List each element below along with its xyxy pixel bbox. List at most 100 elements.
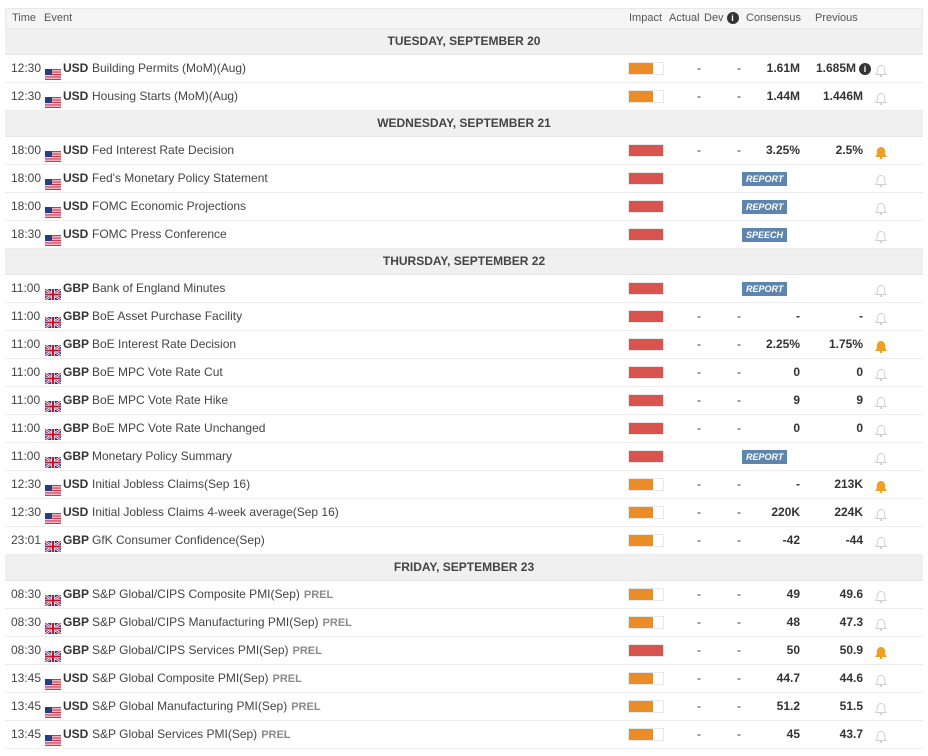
table-row[interactable]: 18:00 USD FOMC Economic Projections REPORT [5, 193, 923, 221]
bell-active-icon[interactable] [874, 643, 888, 660]
info-icon[interactable]: i [859, 62, 871, 75]
event-name[interactable]: BoE MPC Vote Rate Hike [92, 387, 228, 414]
day-header: FRIDAY, SEPTEMBER 23 [5, 555, 923, 581]
economic-calendar: Time Event Impact Actual Dev i Consensus … [5, 8, 923, 749]
event-time: 18:30 [11, 227, 42, 241]
table-row[interactable]: 11:00 GBP BoE MPC Vote Rate Cut - - 0 0 [5, 359, 923, 387]
event-time: 12:30 [11, 89, 42, 103]
event-actual: - [697, 393, 701, 407]
table-row[interactable]: 11:00 GBP BoE MPC Vote Rate Hike - - 9 9 [5, 387, 923, 415]
impact-bar [628, 282, 664, 295]
table-row[interactable]: 11:00 GBP BoE MPC Vote Rate Unchanged - - 0 0 [5, 415, 923, 443]
event-name[interactable]: S&P Global/CIPS Composite PMI(Sep) PREL [92, 581, 333, 609]
table-row[interactable]: 11:00 GBP BoE Interest Rate Decision - - 2.2… [5, 331, 923, 359]
bell-icon[interactable] [874, 365, 888, 382]
bell-icon[interactable] [874, 89, 888, 106]
bell-active-icon[interactable] [874, 477, 888, 494]
table-row[interactable]: 18:30 USD FOMC Press Conference SPEECH [5, 221, 923, 249]
bell-icon[interactable] [874, 671, 888, 688]
bell-icon[interactable] [874, 199, 888, 216]
us-flag-icon [45, 201, 61, 218]
table-row[interactable]: 11:00 GBP Monetary Policy Summary REPORT [5, 443, 923, 471]
column-event[interactable]: Event [44, 12, 72, 24]
table-row[interactable]: 13:45 USD S&P Global Services PMI(Sep) PREL… [5, 721, 923, 749]
table-row[interactable]: 13:45 USD S&P Global Composite PMI(Sep) PRE… [5, 665, 923, 693]
table-row[interactable]: 08:30 GBP S&P Global/CIPS Manufacturing P… [5, 609, 923, 637]
event-name[interactable]: BoE MPC Vote Rate Cut [92, 359, 223, 386]
event-name[interactable]: Bank of England Minutes [92, 275, 225, 302]
event-name[interactable]: S&P Global Manufacturing PMI(Sep) PREL [92, 693, 321, 721]
event-time: 11:00 [11, 281, 41, 295]
event-name[interactable]: S&P Global/CIPS Manufacturing PMI(Sep) PR… [92, 609, 352, 637]
report-button[interactable]: REPORT [742, 172, 788, 186]
bell-icon[interactable] [874, 61, 888, 78]
table-row[interactable]: 12:30 USD Initial Jobless Claims(Sep 16) - -… [5, 471, 923, 499]
bell-icon[interactable] [874, 309, 888, 326]
event-consensus: 45 [786, 727, 800, 741]
event-name[interactable]: BoE Asset Purchase Facility [92, 303, 242, 330]
table-row[interactable]: 08:30 GBP S&P Global/CIPS Services PMI(Se… [5, 637, 923, 665]
bell-icon[interactable] [874, 281, 888, 298]
column-actual[interactable]: Actual [669, 12, 700, 24]
bell-icon[interactable] [874, 727, 888, 744]
bell-icon[interactable] [874, 533, 888, 550]
table-row[interactable]: 13:45 USD S&P Global Manufacturing PMI(Sep… [5, 693, 923, 721]
column-previous[interactable]: Previous [815, 12, 858, 24]
table-row[interactable]: 12:30 USD Building Permits (MoM)(Aug) - - 1.6… [5, 55, 923, 83]
event-name[interactable]: Housing Starts (MoM)(Aug) [92, 83, 238, 110]
bell-icon[interactable] [874, 615, 888, 632]
bell-icon[interactable] [874, 587, 888, 604]
event-name[interactable]: Initial Jobless Claims 4-week average(Se… [92, 499, 339, 526]
report-button[interactable]: REPORT [742, 450, 788, 464]
event-previous: 50.9 [839, 643, 863, 657]
bell-icon[interactable] [874, 699, 888, 716]
event-dev: - [737, 699, 741, 713]
event-name[interactable]: FOMC Economic Projections [92, 193, 246, 220]
bell-icon[interactable] [874, 393, 888, 410]
event-previous: -44 [845, 533, 863, 547]
event-name[interactable]: Building Permits (MoM)(Aug) [92, 55, 246, 82]
event-currency: USD [63, 505, 89, 519]
column-consensus[interactable]: Consensus [746, 12, 801, 24]
event-name[interactable]: Monetary Policy Summary [92, 443, 232, 470]
table-row[interactable]: 11:00 GBP BoE Asset Purchase Facility - - - - [5, 303, 923, 331]
event-name[interactable]: FOMC Press Conference [92, 221, 227, 248]
column-dev[interactable]: Dev i [704, 12, 739, 25]
event-name[interactable]: Fed's Monetary Policy Statement [92, 165, 268, 192]
bell-icon[interactable] [874, 421, 888, 438]
event-name[interactable]: S&P Global Composite PMI(Sep) PREL [92, 665, 302, 693]
bell-icon[interactable] [874, 227, 888, 244]
event-name[interactable]: Fed Interest Rate Decision [92, 137, 234, 164]
bell-icon[interactable] [874, 505, 888, 522]
event-name[interactable]: GfK Consumer Confidence(Sep) [92, 527, 265, 554]
speech-button[interactable]: SPEECH [742, 228, 788, 242]
impact-bar [628, 672, 664, 685]
event-consensus: - [796, 309, 800, 323]
event-actual: - [697, 477, 701, 491]
event-dev: - [737, 89, 741, 103]
event-currency: GBP [63, 393, 90, 407]
bell-icon[interactable] [874, 171, 888, 188]
event-name[interactable]: BoE Interest Rate Decision [92, 331, 236, 358]
event-time: 12:30 [11, 505, 42, 519]
event-name[interactable]: S&P Global/CIPS Services PMI(Sep) PREL [92, 637, 322, 665]
table-row[interactable]: 12:30 USD Initial Jobless Claims 4-week av… [5, 499, 923, 527]
table-row[interactable]: 11:00 GBP Bank of England Minutes REPORT [5, 275, 923, 303]
report-button[interactable]: REPORT [742, 282, 788, 296]
table-row[interactable]: 18:00 USD Fed Interest Rate Decision - - 3.25… [5, 137, 923, 165]
bell-icon[interactable] [874, 449, 888, 466]
column-time[interactable]: Time [12, 12, 36, 24]
table-row[interactable]: 18:00 USD Fed's Monetary Policy Statement R… [5, 165, 923, 193]
report-button[interactable]: REPORT [742, 200, 788, 214]
info-icon[interactable]: i [726, 12, 739, 25]
table-row[interactable]: 23:01 GBP GfK Consumer Confidence(Sep) - - -… [5, 527, 923, 555]
event-name[interactable]: S&P Global Services PMI(Sep) PREL [92, 721, 291, 749]
column-impact[interactable]: Impact [629, 12, 662, 24]
bell-active-icon[interactable] [874, 337, 888, 354]
table-row[interactable]: 08:30 GBP S&P Global/CIPS Composite PMI(S… [5, 581, 923, 609]
table-row[interactable]: 12:30 USD Housing Starts (MoM)(Aug) - - 1.44M… [5, 83, 923, 111]
event-name[interactable]: Initial Jobless Claims(Sep 16) [92, 471, 250, 498]
bell-active-icon[interactable] [874, 143, 888, 160]
event-name[interactable]: BoE MPC Vote Rate Unchanged [92, 415, 265, 442]
uk-flag-icon [44, 339, 62, 357]
